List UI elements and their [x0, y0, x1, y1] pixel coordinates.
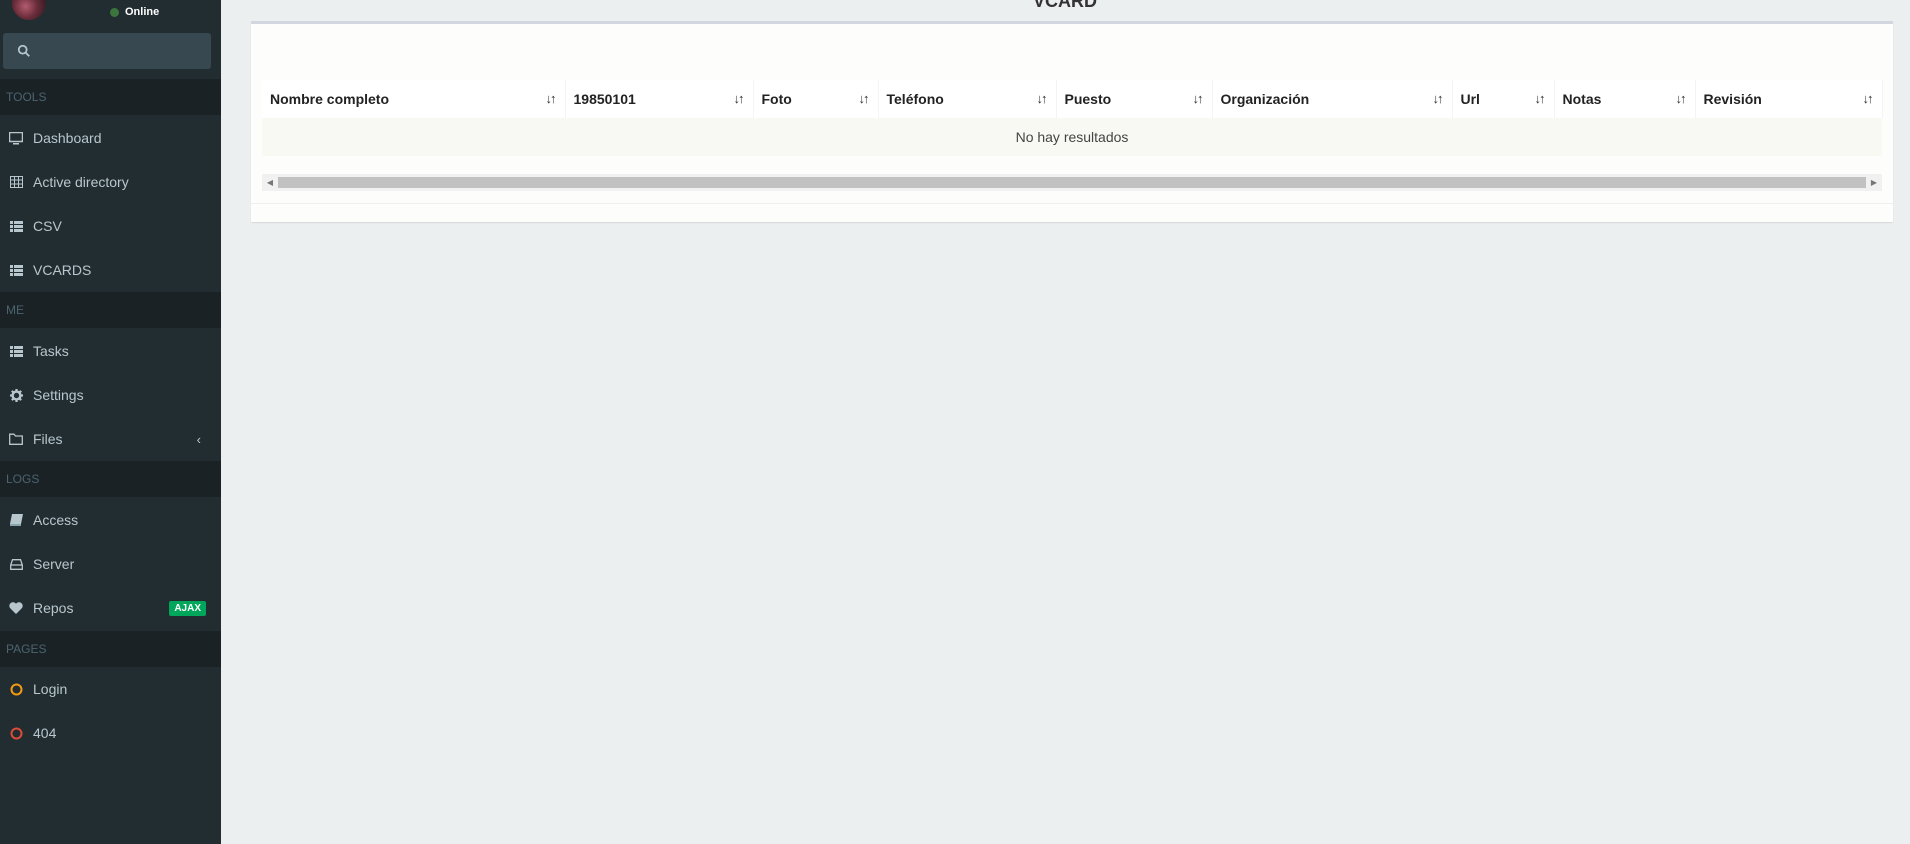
column-header-label: Teléfono	[886, 91, 944, 107]
column-header-nombre[interactable]: Nombre completo ↓↑	[262, 80, 566, 118]
scroll-thumb[interactable]	[278, 177, 1866, 188]
sidebar-item-settings[interactable]: Settings	[0, 375, 221, 415]
table-header-row: Nombre completo ↓↑ 19850101 ↓↑ Foto ↓↑ Telé…	[262, 80, 1883, 118]
online-dot-icon	[110, 7, 119, 17]
list-icon	[9, 219, 23, 233]
page-title: VCARD	[1033, 0, 1098, 11]
avatar[interactable]	[12, 0, 46, 20]
sidebar-item-login[interactable]: Login	[0, 669, 221, 709]
table-icon	[9, 175, 23, 189]
column-header-label: Foto	[761, 91, 792, 107]
sidebar-item-label: Repos	[33, 600, 74, 616]
sort-icon[interactable]: ↓↑	[859, 91, 870, 106]
column-header-telefono[interactable]: Teléfono ↓↑	[878, 80, 1057, 118]
vcard-box: Nombre completo ↓↑ 19850101 ↓↑ Foto ↓↑ Telé…	[251, 21, 1893, 222]
column-header-revision[interactable]: Revisión ↓↑	[1695, 80, 1883, 118]
sidebar-item-server[interactable]: Server	[0, 544, 221, 584]
column-header-label: Revisión	[1703, 91, 1762, 107]
sidebar-item-label: Login	[33, 681, 68, 697]
sidebar-item-label: Settings	[33, 387, 84, 403]
gear-icon	[9, 388, 23, 402]
sidebar-item-label: 404	[33, 725, 57, 741]
table-row: No hay resultados	[262, 118, 1882, 156]
sidebar-item-label: Dashboard	[33, 130, 102, 146]
empty-message: No hay resultados	[262, 118, 1882, 156]
sidebar-item-files[interactable]: Files ‹	[0, 419, 221, 459]
sidebar-item-label: VCARDS	[33, 262, 92, 278]
sidebar-item-label: Access	[33, 512, 79, 528]
sidebar-item-csv[interactable]: CSV	[0, 206, 221, 246]
section-header-me: ME	[0, 292, 221, 328]
user-status: Online	[110, 6, 159, 18]
horizontal-scrollbar[interactable]: ◀ ▶	[262, 174, 1882, 191]
sidebar-item-label: Tasks	[33, 343, 69, 359]
sort-icon[interactable]: ↓↑	[1193, 91, 1204, 106]
column-header-foto[interactable]: Foto ↓↑	[753, 80, 879, 118]
column-header-url[interactable]: Url ↓↑	[1452, 80, 1555, 118]
sort-icon[interactable]: ↓↑	[1676, 91, 1687, 106]
sidebar-item-label: Active directory	[33, 174, 129, 190]
vcard-table: Nombre completo ↓↑ 19850101 ↓↑ Foto ↓↑ Telé…	[262, 80, 1883, 156]
folder-icon	[9, 432, 23, 446]
list-icon	[9, 344, 23, 358]
sidebar-item-label: Server	[33, 556, 75, 572]
hdd-icon	[9, 557, 23, 571]
ajax-badge: AJAX	[169, 600, 206, 616]
column-header-date[interactable]: 19850101 ↓↑	[565, 80, 754, 118]
sort-icon[interactable]: ↓↑	[734, 91, 745, 106]
sort-icon[interactable]: ↓↑	[1535, 91, 1546, 106]
sort-icon[interactable]: ↓↑	[1037, 91, 1048, 106]
scroll-left-icon[interactable]: ◀	[262, 174, 278, 191]
desktop-icon	[9, 131, 23, 145]
book-icon	[9, 513, 23, 527]
sidebar-item-label: Files	[33, 431, 63, 447]
sort-icon[interactable]: ↓↑	[1863, 91, 1874, 106]
sidebar-item-dashboard[interactable]: Dashboard	[0, 118, 221, 158]
column-header-notas[interactable]: Notas ↓↑	[1554, 80, 1696, 118]
column-header-puesto[interactable]: Puesto ↓↑	[1056, 80, 1213, 118]
main-content: VCARD Nombre completo ↓↑ 19850101 ↓↑ Foto ↓…	[221, 0, 1910, 844]
column-header-label: Url	[1460, 91, 1480, 107]
sidebar-item-active-directory[interactable]: Active directory	[0, 162, 221, 202]
box-divider	[251, 203, 1893, 204]
sidebar: Online TOOLS Dashboard Active directory …	[0, 0, 221, 844]
sort-icon[interactable]: ↓↑	[1433, 91, 1444, 106]
column-header-label: 19850101	[573, 91, 636, 107]
section-header-pages: PAGES	[0, 631, 221, 667]
section-header-logs: LOGS	[0, 461, 221, 497]
user-panel: Online	[0, 0, 221, 30]
sidebar-item-repos[interactable]: Repos AJAX	[0, 588, 221, 628]
search-icon[interactable]	[17, 44, 31, 58]
sidebar-item-404[interactable]: 404	[0, 713, 221, 753]
sidebar-item-vcards[interactable]: VCARDS	[0, 250, 221, 290]
circle-icon	[9, 726, 23, 740]
table-container: Nombre completo ↓↑ 19850101 ↓↑ Foto ↓↑ Telé…	[262, 80, 1883, 156]
column-header-label: Puesto	[1064, 91, 1112, 107]
scroll-right-icon[interactable]: ▶	[1866, 174, 1882, 191]
sort-icon[interactable]: ↓↑	[546, 91, 557, 106]
sidebar-item-access[interactable]: Access	[0, 500, 221, 540]
sidebar-item-label: CSV	[33, 218, 62, 234]
list-icon	[9, 263, 23, 277]
circle-icon	[9, 682, 23, 696]
column-header-label: Organización	[1220, 91, 1310, 107]
column-header-organizacion[interactable]: Organización ↓↑	[1212, 80, 1453, 118]
column-header-label: Notas	[1562, 91, 1602, 107]
sidebar-search-input[interactable]	[3, 33, 211, 69]
chevron-left-icon[interactable]: ‹	[197, 432, 201, 447]
heart-icon	[9, 601, 23, 615]
section-header-tools: TOOLS	[0, 79, 221, 115]
column-header-label: Nombre completo	[270, 91, 390, 107]
sidebar-item-tasks[interactable]: Tasks	[0, 331, 221, 371]
status-label: Online	[125, 6, 160, 18]
